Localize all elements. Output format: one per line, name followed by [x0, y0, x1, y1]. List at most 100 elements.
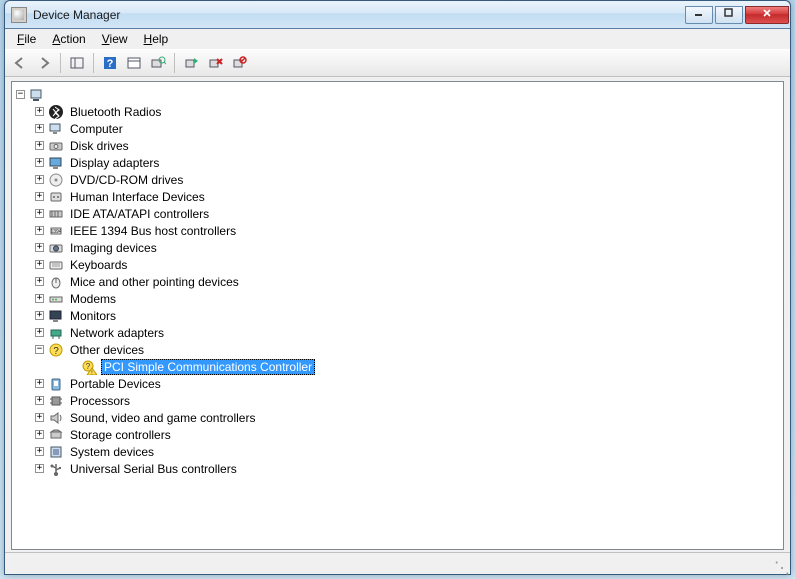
disable-button[interactable] — [228, 52, 250, 74]
tree-category[interactable]: Computer — [16, 120, 779, 137]
device-manager-window: Device Manager File Action View Help ? B… — [4, 0, 791, 575]
category-label[interactable]: IDE ATA/ATAPI controllers — [68, 207, 211, 221]
expander-icon[interactable] — [35, 158, 44, 167]
category-label[interactable]: DVD/CD-ROM drives — [68, 173, 185, 187]
properties-button[interactable] — [123, 52, 145, 74]
tree-category[interactable]: Modems — [16, 290, 779, 307]
category-label[interactable]: Universal Serial Bus controllers — [68, 462, 239, 476]
app-icon — [11, 7, 27, 23]
keyboard-icon — [48, 257, 64, 273]
expander-icon[interactable] — [16, 90, 25, 99]
expander-icon[interactable] — [35, 277, 44, 286]
computer-icon — [29, 87, 45, 103]
processor-icon — [48, 393, 64, 409]
monitor-icon — [48, 308, 64, 324]
category-label[interactable]: Imaging devices — [68, 241, 159, 255]
tree-category[interactable]: Universal Serial Bus controllers — [16, 460, 779, 477]
tree-category[interactable]: 1394 IEEE 1394 Bus host controllers — [16, 222, 779, 239]
category-label[interactable]: IEEE 1394 Bus host controllers — [68, 224, 238, 238]
show-hide-console-tree-button[interactable] — [66, 52, 88, 74]
close-button[interactable] — [745, 6, 789, 24]
expander-icon[interactable] — [35, 396, 44, 405]
expander-icon[interactable] — [35, 464, 44, 473]
tree-category[interactable]: DVD/CD-ROM drives — [16, 171, 779, 188]
category-label[interactable]: Disk drives — [68, 139, 131, 153]
scan-hardware-button[interactable] — [147, 52, 169, 74]
expander-icon[interactable] — [35, 175, 44, 184]
menu-file[interactable]: File — [9, 30, 44, 48]
tree-category[interactable]: Processors — [16, 392, 779, 409]
tree-category[interactable]: Network adapters — [16, 324, 779, 341]
category-label[interactable]: Computer — [68, 122, 125, 136]
tree-category[interactable]: System devices — [16, 443, 779, 460]
category-label[interactable]: Storage controllers — [68, 428, 173, 442]
tree-device[interactable]: ?! PCI Simple Communications Controller — [16, 358, 779, 375]
category-label[interactable]: Mice and other pointing devices — [68, 275, 241, 289]
imaging-icon — [48, 240, 64, 256]
tree-category[interactable]: Disk drives — [16, 137, 779, 154]
expander-icon[interactable] — [35, 107, 44, 116]
tree-category[interactable]: Bluetooth Radios — [16, 103, 779, 120]
device-tree[interactable]: Bluetooth Radios Computer Disk drives Di… — [12, 82, 783, 481]
forward-button[interactable] — [33, 52, 55, 74]
expander-icon[interactable] — [35, 260, 44, 269]
menu-help[interactable]: Help — [136, 30, 177, 48]
expander-icon[interactable] — [35, 413, 44, 422]
tree-category[interactable]: Display adapters — [16, 154, 779, 171]
tree-category[interactable]: Imaging devices — [16, 239, 779, 256]
tree-panel[interactable]: Bluetooth Radios Computer Disk drives Di… — [11, 81, 784, 550]
category-label[interactable]: System devices — [68, 445, 156, 459]
uninstall-button[interactable] — [204, 52, 226, 74]
toolbar: ? — [5, 49, 790, 77]
back-button[interactable] — [9, 52, 31, 74]
expander-icon[interactable] — [35, 379, 44, 388]
expander-icon[interactable] — [35, 209, 44, 218]
maximize-button[interactable] — [715, 6, 743, 24]
category-label[interactable]: Processors — [68, 394, 132, 408]
menu-view[interactable]: View — [94, 30, 136, 48]
expander-icon[interactable] — [35, 124, 44, 133]
svg-text:?: ? — [86, 362, 91, 371]
expander-icon[interactable] — [35, 447, 44, 456]
titlebar[interactable]: Device Manager — [5, 1, 790, 29]
tree-category[interactable]: Human Interface Devices — [16, 188, 779, 205]
minimize-button[interactable] — [685, 6, 713, 24]
category-label[interactable]: Sound, video and game controllers — [68, 411, 257, 425]
category-label[interactable]: Portable Devices — [68, 377, 163, 391]
svg-text:1394: 1394 — [50, 229, 61, 235]
tree-category[interactable]: ? Other devices — [16, 341, 779, 358]
expander-icon[interactable] — [35, 311, 44, 320]
category-label[interactable]: Keyboards — [68, 258, 129, 272]
tree-category[interactable]: IDE ATA/ATAPI controllers — [16, 205, 779, 222]
expander-icon[interactable] — [35, 345, 44, 354]
expander-icon[interactable] — [35, 243, 44, 252]
tree-category[interactable]: Portable Devices — [16, 375, 779, 392]
expander-icon[interactable] — [35, 294, 44, 303]
usb-icon — [48, 461, 64, 477]
category-label[interactable]: Bluetooth Radios — [68, 105, 163, 119]
category-label[interactable]: Monitors — [68, 309, 118, 323]
category-label[interactable]: Other devices — [68, 343, 146, 357]
tree-category[interactable]: Sound, video and game controllers — [16, 409, 779, 426]
expander-icon[interactable] — [35, 141, 44, 150]
category-label[interactable]: Human Interface Devices — [68, 190, 207, 204]
tree-root[interactable] — [16, 86, 779, 103]
menu-action[interactable]: Action — [44, 30, 93, 48]
resize-grip[interactable] — [774, 558, 788, 572]
category-label[interactable]: Network adapters — [68, 326, 166, 340]
tree-category[interactable]: Storage controllers — [16, 426, 779, 443]
tree-category[interactable]: Monitors — [16, 307, 779, 324]
tree-category[interactable]: Mice and other pointing devices — [16, 273, 779, 290]
category-label[interactable]: Display adapters — [68, 156, 161, 170]
device-label[interactable]: PCI Simple Communications Controller — [101, 359, 315, 375]
expander-icon[interactable] — [35, 192, 44, 201]
expander-icon[interactable] — [35, 328, 44, 337]
update-driver-button[interactable] — [180, 52, 202, 74]
network-icon — [48, 325, 64, 341]
category-label[interactable]: Modems — [68, 292, 118, 306]
svg-text:?: ? — [53, 346, 59, 357]
help-button[interactable]: ? — [99, 52, 121, 74]
tree-category[interactable]: Keyboards — [16, 256, 779, 273]
expander-icon[interactable] — [35, 430, 44, 439]
expander-icon[interactable] — [35, 226, 44, 235]
